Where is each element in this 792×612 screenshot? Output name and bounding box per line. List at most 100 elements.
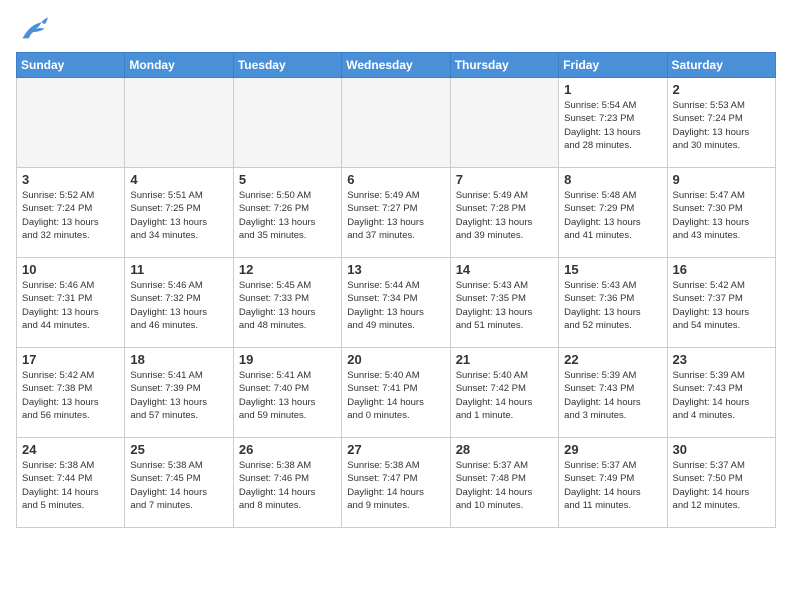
- calendar-header-thursday: Thursday: [450, 53, 558, 78]
- calendar-week-row: 3 Sunrise: 5:52 AMSunset: 7:24 PMDaylight…: [17, 168, 776, 258]
- calendar-cell: 18Sunrise: 5:41 AMSunset: 7:39 PMDayligh…: [125, 348, 233, 438]
- day-info: Sunrise: 5:39 AMSunset: 7:43 PMDaylight:…: [564, 369, 661, 422]
- calendar-cell: 15Sunrise: 5:43 AMSunset: 7:36 PMDayligh…: [559, 258, 667, 348]
- calendar-cell: [125, 78, 233, 168]
- day-info: Sunrise: 5:53 AMSunset: 7:24 PMDaylight:…: [673, 99, 770, 152]
- day-number: 16: [673, 262, 770, 277]
- calendar-header-sunday: Sunday: [17, 53, 125, 78]
- calendar-cell: 10Sunrise: 5:46 AMSunset: 7:31 PMDayligh…: [17, 258, 125, 348]
- day-number: 5: [239, 172, 336, 187]
- calendar-cell: 8Sunrise: 5:48 AMSunset: 7:29 PMDaylight…: [559, 168, 667, 258]
- calendar-cell: 29 Sunrise: 5:37 AMSunset: 7:49 PMDayligh…: [559, 438, 667, 528]
- calendar-cell: 5 Sunrise: 5:50 AMSunset: 7:26 PMDaylight…: [233, 168, 341, 258]
- calendar-cell: 12 Sunrise: 5:45 AMSunset: 7:33 PMDayligh…: [233, 258, 341, 348]
- day-number: 23: [673, 352, 770, 367]
- calendar-cell: 24Sunrise: 5:38 AMSunset: 7:44 PMDayligh…: [17, 438, 125, 528]
- calendar-table: SundayMondayTuesdayWednesdayThursdayFrid…: [16, 52, 776, 528]
- day-info: Sunrise: 5:46 AMSunset: 7:32 PMDaylight:…: [130, 279, 227, 332]
- day-number: 19: [239, 352, 336, 367]
- day-number: 2: [673, 82, 770, 97]
- day-info: Sunrise: 5:49 AMSunset: 7:27 PMDaylight:…: [347, 189, 444, 242]
- day-info: Sunrise: 5:41 AMSunset: 7:39 PMDaylight:…: [130, 369, 227, 422]
- day-number: 25: [130, 442, 227, 457]
- calendar-cell: 19 Sunrise: 5:41 AMSunset: 7:40 PMDayligh…: [233, 348, 341, 438]
- calendar-cell: 17 Sunrise: 5:42 AMSunset: 7:38 PMDayligh…: [17, 348, 125, 438]
- day-info: Sunrise: 5:43 AMSunset: 7:35 PMDaylight:…: [456, 279, 553, 332]
- day-number: 30: [673, 442, 770, 457]
- day-info: Sunrise: 5:44 AMSunset: 7:34 PMDaylight:…: [347, 279, 444, 332]
- day-info: Sunrise: 5:39 AMSunset: 7:43 PMDaylight:…: [673, 369, 770, 422]
- page-header: [16, 16, 776, 44]
- day-info: Sunrise: 5:38 AMSunset: 7:47 PMDaylight:…: [347, 459, 444, 512]
- calendar-cell: 26 Sunrise: 5:38 AMSunset: 7:46 PMDayligh…: [233, 438, 341, 528]
- calendar-cell: 14 Sunrise: 5:43 AMSunset: 7:35 PMDayligh…: [450, 258, 558, 348]
- day-info: Sunrise: 5:45 AMSunset: 7:33 PMDaylight:…: [239, 279, 336, 332]
- calendar-cell: 16 Sunrise: 5:42 AMSunset: 7:37 PMDayligh…: [667, 258, 775, 348]
- calendar-cell: 7 Sunrise: 5:49 AMSunset: 7:28 PMDaylight…: [450, 168, 558, 258]
- day-number: 10: [22, 262, 119, 277]
- day-info: Sunrise: 5:40 AMSunset: 7:42 PMDaylight:…: [456, 369, 553, 422]
- calendar-cell: 25 Sunrise: 5:38 AMSunset: 7:45 PMDayligh…: [125, 438, 233, 528]
- day-info: Sunrise: 5:37 AMSunset: 7:48 PMDaylight:…: [456, 459, 553, 512]
- day-info: Sunrise: 5:47 AMSunset: 7:30 PMDaylight:…: [673, 189, 770, 242]
- calendar-cell: 6Sunrise: 5:49 AMSunset: 7:27 PMDaylight…: [342, 168, 450, 258]
- day-info: Sunrise: 5:51 AMSunset: 7:25 PMDaylight:…: [130, 189, 227, 242]
- calendar-cell: 13 Sunrise: 5:44 AMSunset: 7:34 PMDayligh…: [342, 258, 450, 348]
- calendar-cell: 30 Sunrise: 5:37 AMSunset: 7:50 PMDayligh…: [667, 438, 775, 528]
- calendar-cell: 4 Sunrise: 5:51 AMSunset: 7:25 PMDaylight…: [125, 168, 233, 258]
- day-info: Sunrise: 5:37 AMSunset: 7:49 PMDaylight:…: [564, 459, 661, 512]
- day-number: 24: [22, 442, 119, 457]
- day-info: Sunrise: 5:52 AMSunset: 7:24 PMDaylight:…: [22, 189, 119, 242]
- day-number: 3: [22, 172, 119, 187]
- calendar-cell: [17, 78, 125, 168]
- day-info: Sunrise: 5:48 AMSunset: 7:29 PMDaylight:…: [564, 189, 661, 242]
- day-info: Sunrise: 5:37 AMSunset: 7:50 PMDaylight:…: [673, 459, 770, 512]
- calendar-week-row: 10Sunrise: 5:46 AMSunset: 7:31 PMDayligh…: [17, 258, 776, 348]
- day-number: 22: [564, 352, 661, 367]
- day-number: 12: [239, 262, 336, 277]
- day-number: 17: [22, 352, 119, 367]
- calendar-cell: [450, 78, 558, 168]
- calendar-cell: 2 Sunrise: 5:53 AMSunset: 7:24 PMDaylight…: [667, 78, 775, 168]
- day-number: 1: [564, 82, 661, 97]
- calendar-header-wednesday: Wednesday: [342, 53, 450, 78]
- calendar-header-saturday: Saturday: [667, 53, 775, 78]
- calendar-header-friday: Friday: [559, 53, 667, 78]
- day-number: 14: [456, 262, 553, 277]
- day-info: Sunrise: 5:42 AMSunset: 7:37 PMDaylight:…: [673, 279, 770, 332]
- calendar-cell: 27 Sunrise: 5:38 AMSunset: 7:47 PMDayligh…: [342, 438, 450, 528]
- logo: [16, 16, 52, 44]
- calendar-cell: 9 Sunrise: 5:47 AMSunset: 7:30 PMDaylight…: [667, 168, 775, 258]
- day-info: Sunrise: 5:41 AMSunset: 7:40 PMDaylight:…: [239, 369, 336, 422]
- calendar-week-row: 17 Sunrise: 5:42 AMSunset: 7:38 PMDayligh…: [17, 348, 776, 438]
- day-number: 13: [347, 262, 444, 277]
- logo-bird-icon: [16, 16, 48, 44]
- day-number: 27: [347, 442, 444, 457]
- day-number: 20: [347, 352, 444, 367]
- calendar-cell: [233, 78, 341, 168]
- calendar-week-row: 24Sunrise: 5:38 AMSunset: 7:44 PMDayligh…: [17, 438, 776, 528]
- calendar-cell: 1 Sunrise: 5:54 AMSunset: 7:23 PMDaylight…: [559, 78, 667, 168]
- day-number: 7: [456, 172, 553, 187]
- calendar-header-row: SundayMondayTuesdayWednesdayThursdayFrid…: [17, 53, 776, 78]
- calendar-cell: 20 Sunrise: 5:40 AMSunset: 7:41 PMDayligh…: [342, 348, 450, 438]
- day-number: 15: [564, 262, 661, 277]
- day-number: 11: [130, 262, 227, 277]
- day-info: Sunrise: 5:38 AMSunset: 7:45 PMDaylight:…: [130, 459, 227, 512]
- day-number: 9: [673, 172, 770, 187]
- day-info: Sunrise: 5:50 AMSunset: 7:26 PMDaylight:…: [239, 189, 336, 242]
- day-number: 29: [564, 442, 661, 457]
- day-info: Sunrise: 5:49 AMSunset: 7:28 PMDaylight:…: [456, 189, 553, 242]
- day-number: 26: [239, 442, 336, 457]
- calendar-week-row: 1 Sunrise: 5:54 AMSunset: 7:23 PMDaylight…: [17, 78, 776, 168]
- day-number: 4: [130, 172, 227, 187]
- calendar-cell: 3 Sunrise: 5:52 AMSunset: 7:24 PMDaylight…: [17, 168, 125, 258]
- day-info: Sunrise: 5:54 AMSunset: 7:23 PMDaylight:…: [564, 99, 661, 152]
- calendar-cell: 23 Sunrise: 5:39 AMSunset: 7:43 PMDayligh…: [667, 348, 775, 438]
- calendar-cell: 28Sunrise: 5:37 AMSunset: 7:48 PMDayligh…: [450, 438, 558, 528]
- calendar-header-monday: Monday: [125, 53, 233, 78]
- day-info: Sunrise: 5:40 AMSunset: 7:41 PMDaylight:…: [347, 369, 444, 422]
- calendar-header-tuesday: Tuesday: [233, 53, 341, 78]
- day-info: Sunrise: 5:38 AMSunset: 7:46 PMDaylight:…: [239, 459, 336, 512]
- day-info: Sunrise: 5:42 AMSunset: 7:38 PMDaylight:…: [22, 369, 119, 422]
